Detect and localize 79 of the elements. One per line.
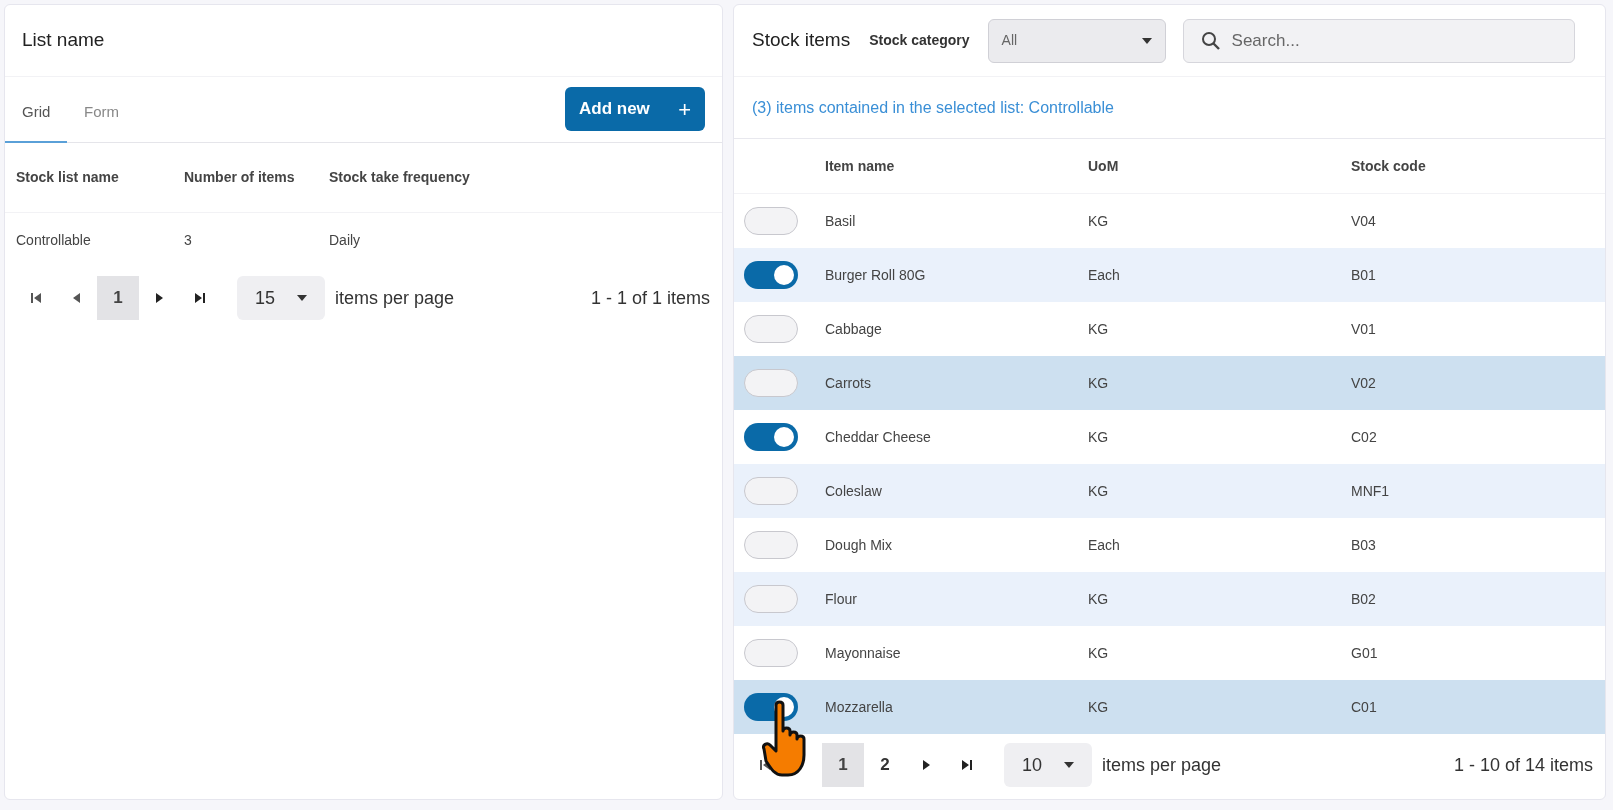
table-cell-text: MNF1	[1351, 481, 1391, 501]
table-cell-text: V04	[1351, 211, 1377, 231]
caret-icon	[1141, 37, 1152, 44]
table-cell-text: C02	[1351, 427, 1378, 447]
table-cell-text: 3	[183, 230, 193, 250]
toggle-switch[interactable]	[744, 369, 798, 397]
table-row[interactable]: Flour KG B02	[734, 572, 1605, 626]
caret-icon	[1064, 762, 1074, 768]
last-page-icon	[193, 291, 207, 305]
table-cell-text: C01	[1351, 697, 1378, 717]
last-page-icon	[960, 758, 974, 772]
toggle-switch[interactable]	[744, 423, 798, 451]
table-cell-text: KG	[1088, 481, 1110, 501]
table-cell-text: Daily	[328, 230, 362, 250]
page-size-select[interactable]: 15	[237, 276, 325, 320]
search-icon	[1200, 30, 1221, 51]
table-cell-text: V02	[1351, 373, 1377, 393]
table-cell-text: KG	[1088, 697, 1110, 717]
table-cell-text: B03	[1351, 535, 1377, 555]
table-cell-text: Mayonnaise	[825, 643, 902, 663]
page-button[interactable]: 1	[97, 276, 139, 320]
column-header: Item name	[825, 156, 896, 176]
toggle-switch[interactable]	[744, 477, 798, 505]
table-cell-text: KG	[1088, 373, 1110, 393]
page-size-select[interactable]: 10	[1004, 743, 1092, 787]
column-header: Stock take frequency	[328, 168, 471, 187]
column-header: Stock list name	[15, 168, 120, 187]
table-cell-text: Basil	[825, 211, 857, 231]
pager-summary: 1 - 10 of 14 items	[1453, 753, 1593, 777]
table-cell-text: Mozzarella	[825, 697, 894, 717]
hand-cursor-icon	[762, 700, 806, 777]
tab[interactable]: Form	[67, 78, 136, 142]
table-cell-text: Each	[1088, 265, 1121, 285]
table-cell-text: Carrots	[825, 373, 872, 393]
column-header: Stock code	[1351, 156, 1427, 176]
table-cell-text: Flour	[825, 589, 858, 609]
table-cell-text: KG	[1088, 643, 1110, 663]
add-new-button[interactable]: Add new +	[565, 87, 705, 131]
column-header: UoM	[1088, 156, 1120, 176]
table-cell-text: B01	[1351, 265, 1377, 285]
table-cell-text: G01	[1351, 643, 1379, 663]
table-row[interactable]: Burger Roll 80G Each B01	[734, 248, 1605, 302]
table-cell-text: KG	[1088, 589, 1110, 609]
first-page-icon	[29, 291, 43, 305]
tab[interactable]: Grid	[5, 79, 67, 143]
table-row[interactable]: Carrots KG V02	[734, 356, 1605, 410]
toggle-switch[interactable]	[744, 315, 798, 343]
table-cell-text: Burger Roll 80G	[825, 265, 927, 285]
table-cell-text: Controllable	[15, 230, 92, 250]
pager-summary: 1 - 1 of 1 items	[590, 286, 710, 310]
toggle-switch[interactable]	[744, 207, 798, 235]
table-cell-text: Each	[1088, 535, 1121, 555]
page-button[interactable]: 2	[864, 743, 906, 787]
table-cell-text: KG	[1088, 427, 1110, 447]
caret-icon	[297, 295, 307, 301]
stock-category-label: Stock category	[869, 31, 970, 50]
table-cell-text: Dough Mix	[825, 535, 893, 555]
table-row[interactable]: Coleslaw KG MNF1	[734, 464, 1605, 518]
table-cell-text: V01	[1351, 319, 1377, 339]
table-cell-text: Cabbage	[825, 319, 883, 339]
table-cell-text: B02	[1351, 589, 1377, 609]
page-size-label: items per page	[335, 286, 455, 310]
table-row[interactable]: Mozzarella KG C01	[734, 680, 1605, 734]
table-cell-text: KG	[1088, 211, 1110, 231]
toggle-switch[interactable]	[744, 585, 798, 613]
stock-category-select[interactable]: All	[987, 18, 1166, 63]
toggle-switch[interactable]	[744, 639, 798, 667]
toggle-switch[interactable]	[744, 261, 798, 289]
column-header: Number of items	[183, 168, 296, 187]
toggle-switch[interactable]	[744, 531, 798, 559]
table-cell-text: Cheddar Cheese	[825, 427, 932, 447]
panel-title: List name	[22, 28, 105, 53]
page-button[interactable]: 1	[822, 743, 864, 787]
page-size-label: items per page	[1102, 753, 1222, 777]
search-field[interactable]: Search...	[1182, 18, 1575, 63]
selected-list-info: (3) items contained in the selected list: Controllable	[752, 97, 1114, 118]
panel-title: Stock items	[752, 28, 851, 53]
table-cell-text: Coleslaw	[825, 481, 883, 501]
table-cell-text: KG	[1088, 319, 1110, 339]
